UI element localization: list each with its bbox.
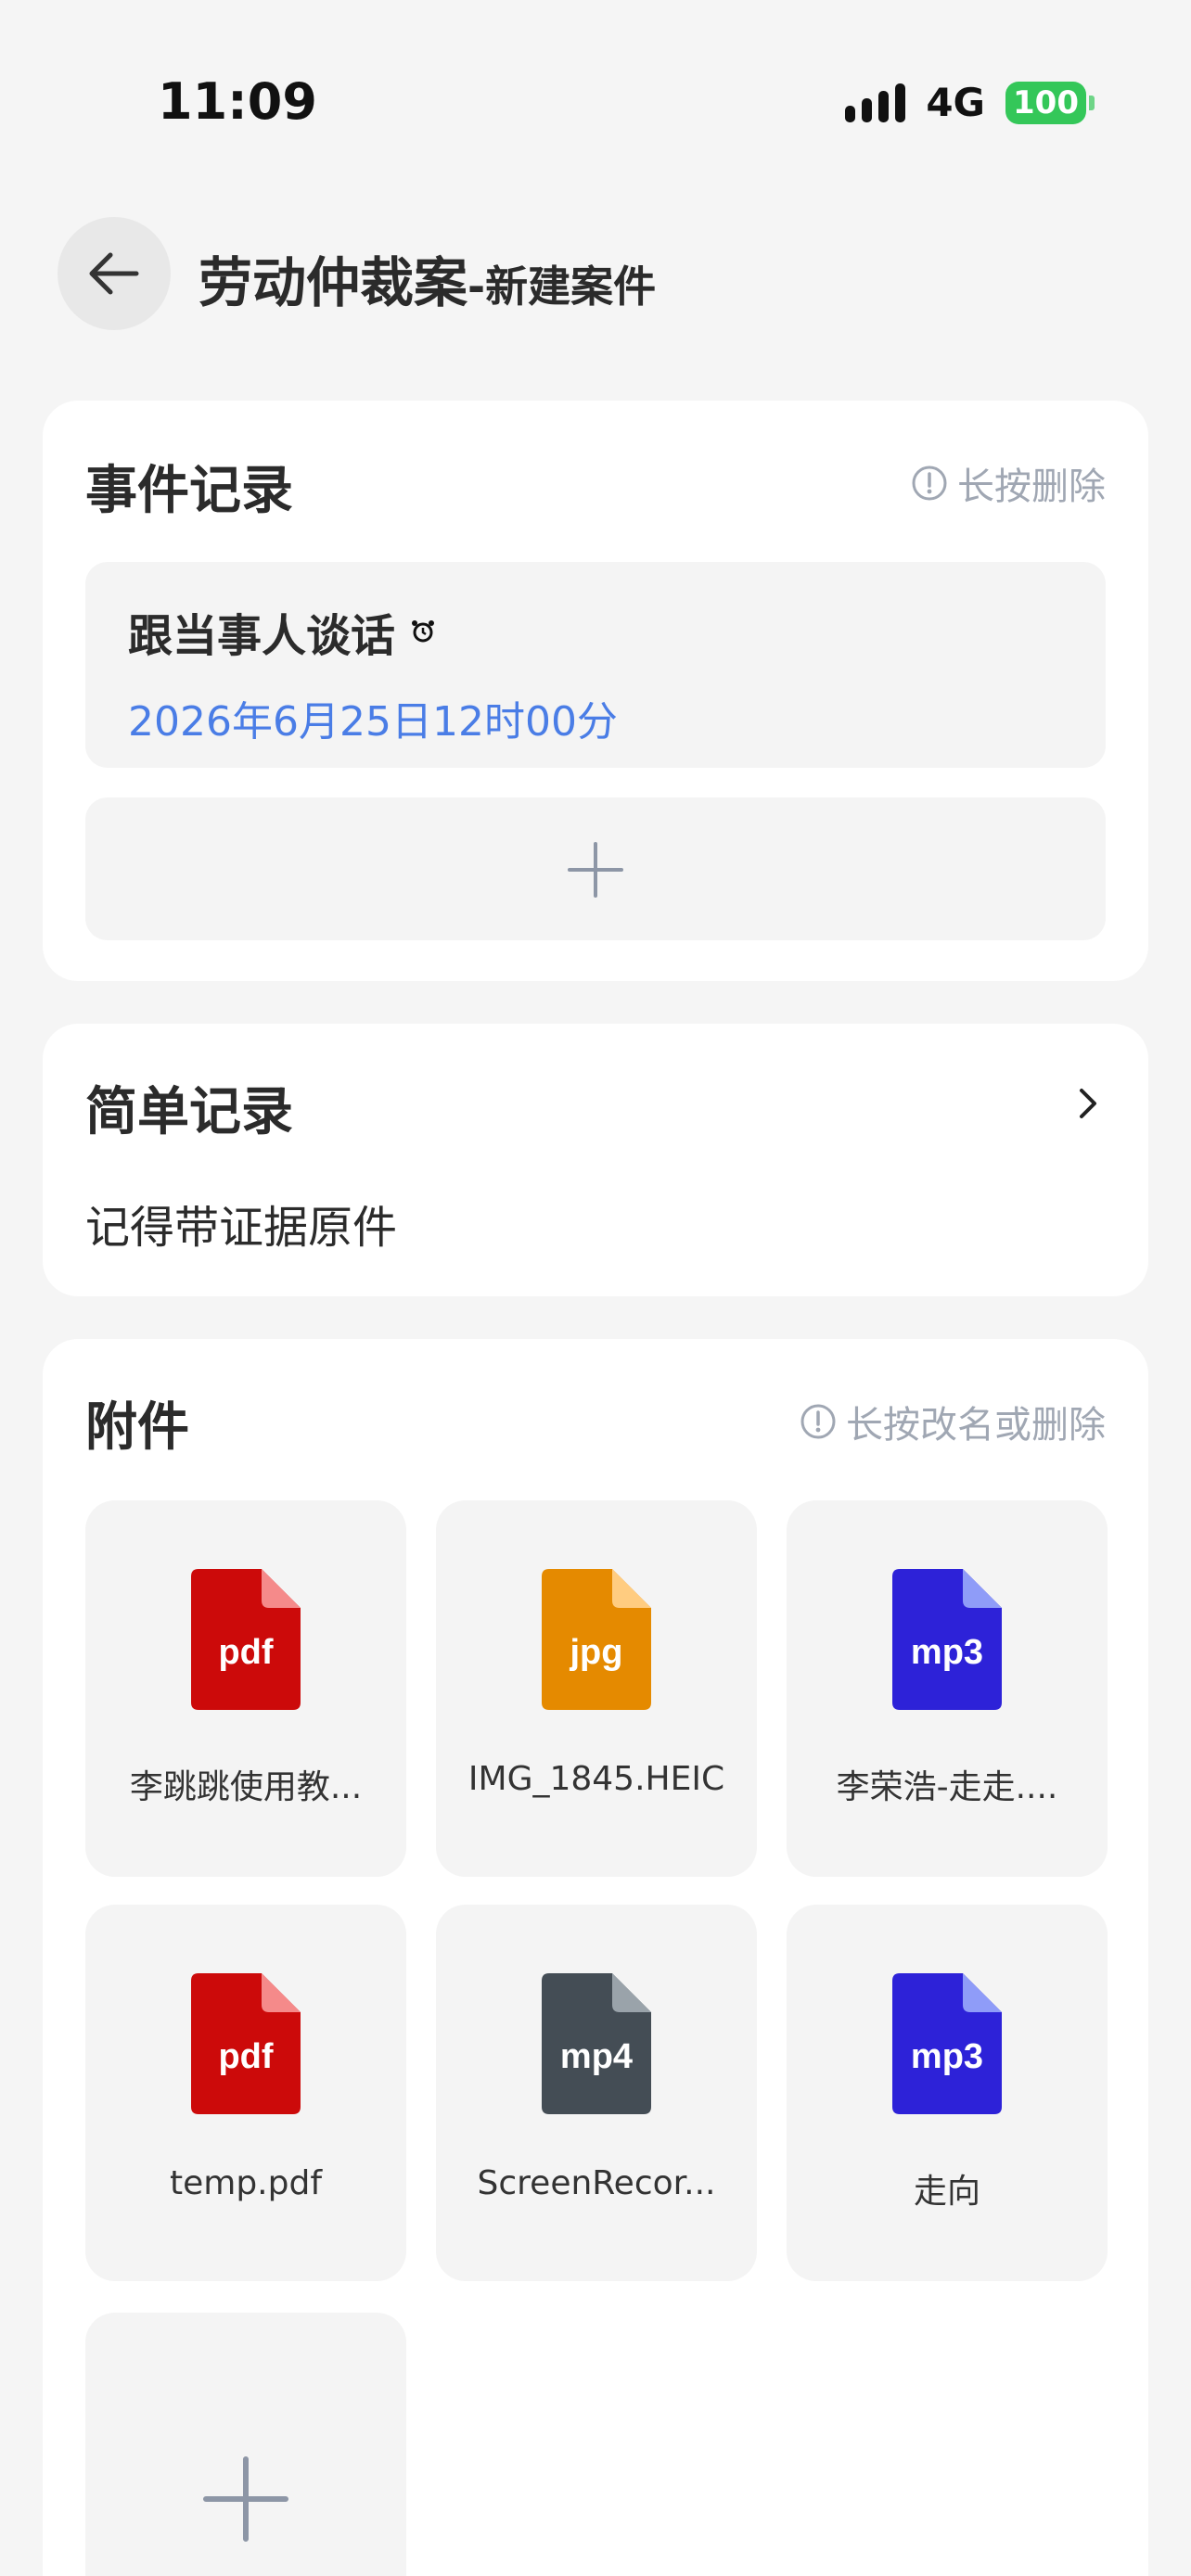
mp3-file-icon: mp3	[892, 1973, 1002, 2114]
file-ext-label: mp3	[911, 1633, 983, 1672]
plus-icon	[568, 842, 623, 898]
file-ext-label: pdf	[218, 1633, 273, 1672]
attachment-tile[interactable]: jpg IMG_1845.HEIC	[436, 1500, 757, 1877]
page-title: 劳动仲裁案 -新建案件	[198, 239, 656, 317]
add-event-button[interactable]	[85, 797, 1106, 940]
back-button[interactable]	[58, 217, 171, 330]
attachments-title: 附件	[85, 1397, 189, 1458]
pdf-file-icon: pdf	[191, 1973, 301, 2114]
case-detail-screen: 11:09 4G 100 劳动仲裁案 -新建案件 事件记录 长按删除 跟当事人谈…	[0, 0, 1191, 2576]
jpg-file-icon: jpg	[542, 1569, 651, 1710]
notes-title: 简单记录	[85, 1082, 293, 1142]
attachments-hint-text: 长按改名或删除	[846, 1404, 1106, 1447]
add-attachment-button[interactable]	[85, 2313, 406, 2576]
events-card: 事件记录 长按删除 跟当事人谈话 2026年6月25日12时00分	[43, 401, 1148, 981]
events-hint: 长按删除	[911, 456, 1106, 510]
mp3-file-icon: mp3	[892, 1569, 1002, 1710]
plus-icon	[203, 2456, 288, 2542]
status-indicators: 4G 100	[845, 80, 1095, 125]
attachment-tile[interactable]: mp3 走向	[787, 1905, 1108, 2281]
file-name: 李跳跳使用教...	[129, 1768, 363, 1806]
battery-level: 100	[1005, 81, 1086, 124]
notes-content: 记得带证据原件	[85, 1202, 398, 1254]
events-hint-text: 长按删除	[957, 465, 1106, 508]
mp4-file-icon: mp4	[542, 1973, 651, 2114]
page-title-main: 劳动仲裁案	[198, 251, 468, 314]
attachment-tile[interactable]: pdf 李跳跳使用教...	[85, 1500, 406, 1877]
signal-icon	[845, 83, 906, 122]
events-title: 事件记录	[85, 461, 293, 521]
event-name-row: 跟当事人谈话	[128, 599, 436, 664]
file-name: temp.pdf	[169, 2164, 322, 2202]
arrow-left-icon	[89, 252, 139, 295]
attachments-hint: 长按改名或删除	[800, 1395, 1106, 1448]
page-title-sub: -新建案件	[467, 261, 657, 312]
file-name: 李荣浩-走走....	[836, 1768, 1058, 1806]
event-name: 跟当事人谈话	[128, 610, 396, 662]
status-time: 11:09	[158, 72, 317, 131]
battery-icon: 100	[1005, 81, 1095, 124]
chevron-right-icon	[1080, 1089, 1096, 1118]
attachments-card: 附件 长按改名或删除 pdf 李跳跳使用教... jpg IMG_1845.HEIC m…	[43, 1339, 1148, 2576]
file-ext-label: jpg	[570, 1633, 623, 1672]
file-name: 走向	[913, 2173, 980, 2211]
notes-card[interactable]: 简单记录 记得带证据原件	[43, 1024, 1148, 1296]
event-item[interactable]: 跟当事人谈话 2026年6月25日12时00分	[85, 562, 1106, 768]
file-ext-label: mp4	[560, 2037, 633, 2076]
network-label: 4G	[926, 80, 986, 125]
attachment-tile[interactable]: mp3 李荣浩-走走....	[787, 1500, 1108, 1877]
alarm-clock-icon	[412, 620, 435, 643]
event-date: 2026年6月25日12时00分	[128, 698, 618, 746]
file-ext-label: pdf	[218, 2037, 273, 2076]
file-name: IMG_1845.HEIC	[467, 1760, 725, 1798]
pdf-file-icon: pdf	[191, 1569, 301, 1710]
info-icon	[912, 465, 947, 501]
attachment-tile[interactable]: mp4 ScreenRecor...	[436, 1905, 757, 2281]
file-name: ScreenRecor...	[477, 2164, 716, 2202]
file-ext-label: mp3	[911, 2037, 983, 2076]
attachment-tile[interactable]: pdf temp.pdf	[85, 1905, 406, 2281]
info-icon	[800, 1404, 836, 1439]
